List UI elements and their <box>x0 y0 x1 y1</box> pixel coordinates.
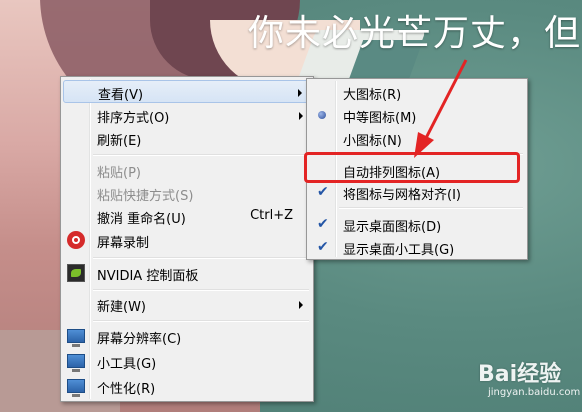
watermark-site: jingyan.baidu.com <box>488 387 581 398</box>
watermark-logo: Bai经验 <box>478 362 562 387</box>
annotation-arrow-icon <box>414 59 468 158</box>
